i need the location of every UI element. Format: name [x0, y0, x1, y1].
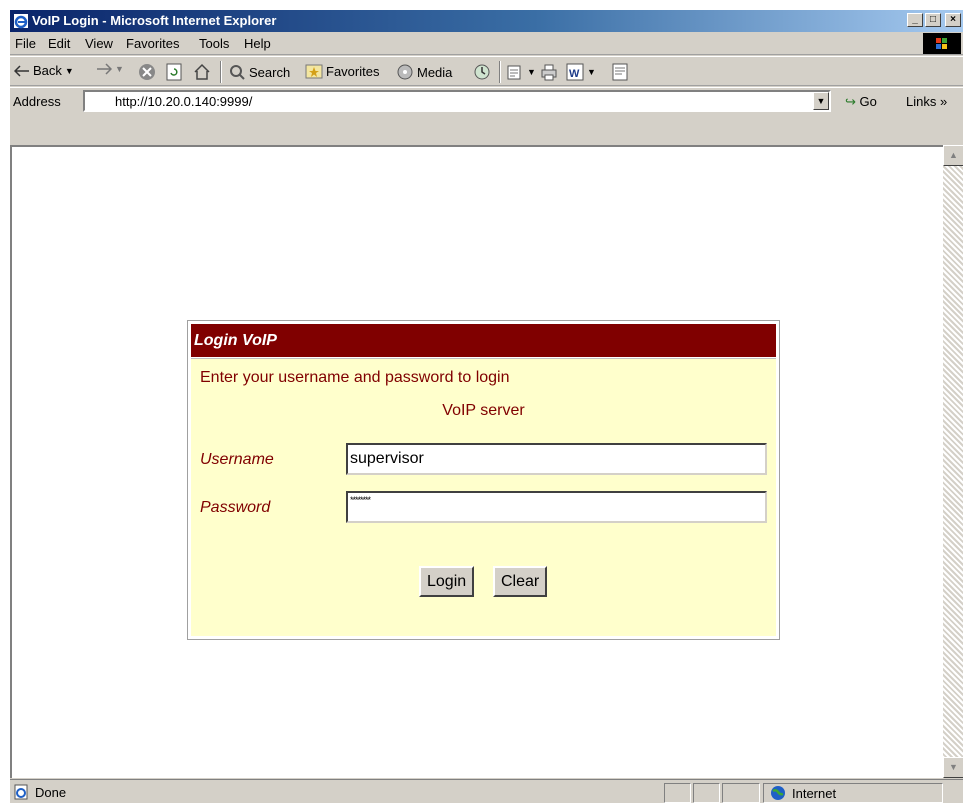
login-prompt: Enter your username and password to logi… — [200, 369, 510, 386]
menu-view[interactable]: View — [85, 36, 113, 51]
windows-logo-icon — [923, 33, 961, 54]
login-header: Login VoIP — [191, 324, 776, 357]
clear-button[interactable]: Clear — [493, 566, 548, 597]
status-panel — [722, 783, 760, 803]
address-dropdown-icon[interactable]: ▼ — [813, 92, 829, 110]
search-label: Search — [249, 64, 291, 80]
forward-button[interactable]: ▼ — [96, 63, 124, 75]
history-icon — [474, 64, 490, 80]
address-label: Address — [13, 94, 61, 109]
search-button[interactable]: Search — [228, 63, 290, 81]
stop-button[interactable] — [138, 63, 156, 81]
address-url: http://10.20.0.140:9999/ — [115, 94, 253, 109]
word-icon: W — [566, 63, 584, 81]
login-panel: Login VoIP Enter your username and passw… — [187, 320, 780, 640]
go-button[interactable]: ↪ Go — [845, 94, 877, 110]
toolbar-separator — [499, 61, 501, 83]
refresh-icon — [166, 63, 182, 81]
go-arrow-icon: ↪ — [845, 94, 856, 109]
status-bar: Done Internet — [10, 779, 963, 804]
forward-arrow-icon — [97, 63, 112, 75]
home-icon — [194, 63, 210, 80]
toolbar-separator — [220, 61, 222, 83]
print-button[interactable] — [540, 63, 558, 81]
server-name: VoIP server — [442, 402, 525, 419]
standard-toolbar: Back ▼ ▼ Search Favorites Media ▼ W ▼ — [10, 56, 963, 86]
refresh-button[interactable] — [166, 63, 182, 81]
go-label: Go — [859, 94, 877, 109]
back-button[interactable]: Back ▼ — [14, 63, 74, 78]
zone-text: Internet — [792, 785, 837, 801]
print-icon — [541, 64, 557, 81]
stop-icon — [139, 64, 155, 80]
status-panel — [664, 783, 691, 803]
minimize-button[interactable]: _ — [907, 13, 923, 27]
search-icon — [230, 65, 245, 80]
login-button[interactable]: Login — [419, 566, 475, 597]
edit-dropdown-icon: ▼ — [587, 67, 596, 77]
page-done-icon — [14, 784, 28, 800]
menu-favorites[interactable]: Favorites — [126, 36, 179, 51]
password-input[interactable]: ******** — [346, 491, 767, 523]
username-input[interactable] — [346, 443, 767, 475]
vertical-scrollbar[interactable]: ▲ ▼ — [943, 145, 963, 778]
browser-window: VoIP Login - Microsoft Internet Explorer… — [9, 9, 963, 803]
login-form: Enter your username and password to logi… — [191, 358, 776, 636]
mail-button[interactable]: ▼ — [506, 63, 536, 81]
favorites-button[interactable]: Favorites — [305, 63, 379, 79]
window-title: VoIP Login - Microsoft Internet Explorer — [32, 13, 277, 28]
edit-word-button[interactable]: W ▼ — [566, 63, 596, 81]
status-done: Done — [13, 784, 66, 800]
page-viewport: Login VoIP Enter your username and passw… — [10, 145, 943, 778]
menu-edit[interactable]: Edit — [48, 36, 70, 51]
home-button[interactable] — [193, 63, 211, 81]
discuss-icon — [612, 63, 628, 81]
menu-tools[interactable]: Tools — [199, 36, 229, 51]
scroll-down-icon[interactable]: ▼ — [943, 757, 963, 778]
menu-bar: File Edit View Favorites Tools Help — [10, 32, 963, 55]
svg-text:W: W — [569, 68, 580, 80]
favorites-label: Favorites — [326, 63, 380, 79]
address-input[interactable]: http://10.20.0.140:9999/ — [83, 90, 831, 112]
title-bar: VoIP Login - Microsoft Internet Explorer… — [10, 10, 963, 32]
address-bar: Address http://10.20.0.140:9999/ ▼ ↪ Go … — [10, 87, 963, 115]
discuss-button[interactable] — [612, 63, 628, 81]
close-button[interactable]: × — [945, 13, 961, 27]
mail-icon — [507, 65, 521, 80]
status-panel — [693, 783, 720, 803]
media-label: Media — [417, 64, 453, 80]
mail-dropdown-icon: ▼ — [527, 67, 536, 77]
menu-help[interactable]: Help — [244, 36, 271, 51]
security-zone: Internet — [763, 783, 943, 803]
back-label: Back — [33, 63, 62, 78]
ie-icon — [14, 14, 28, 29]
globe-icon — [771, 786, 785, 800]
forward-dropdown-icon: ▼ — [115, 64, 124, 74]
back-arrow-icon — [14, 64, 29, 77]
links-button[interactable]: Links » — [906, 94, 947, 109]
back-dropdown-icon: ▼ — [64, 65, 74, 76]
history-button[interactable] — [473, 63, 491, 81]
scroll-up-icon[interactable]: ▲ — [943, 145, 963, 166]
favorites-icon — [305, 64, 323, 79]
password-label: Password — [200, 499, 271, 516]
status-text: Done — [35, 784, 67, 800]
media-icon — [397, 64, 413, 80]
menu-file[interactable]: File — [15, 36, 36, 51]
username-label: Username — [200, 451, 274, 468]
media-button[interactable]: Media — [396, 63, 452, 81]
maximize-button[interactable]: □ — [925, 13, 941, 27]
